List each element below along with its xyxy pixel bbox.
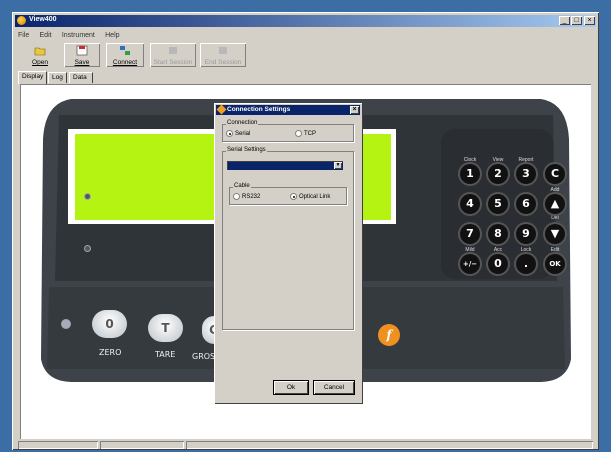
key-label-add: Add [550,187,560,193]
chevron-down-icon[interactable]: ▼ [334,162,342,169]
key-label-edit: Edit [550,247,560,253]
key-decimal[interactable]: . [516,254,536,274]
start-session-label: Start Session [153,59,193,66]
status-pane-3 [186,441,593,449]
tab-data-store[interactable]: Data Store [69,72,93,91]
app-icon [17,16,26,25]
menu-instrument[interactable]: Instrument [62,32,95,39]
connection-group-label: Connection [226,120,259,126]
radio-tcp-dot [295,130,302,137]
radio-serial-label: Serial [235,131,251,138]
key-label-report: Report [518,157,534,163]
radio-rs232-label: RS232 [242,194,261,201]
menu-help[interactable]: Help [105,32,119,39]
radio-optical-link-dot [290,193,297,200]
radio-serial[interactable]: Serial [226,130,250,137]
zero-key[interactable]: 0 [92,310,127,338]
connection-settings-dialog: Connection Settings × Connection Serial … [214,103,362,403]
key-label-acc: Acc [493,247,503,253]
open-button[interactable]: Open [22,43,58,67]
connect-icon [120,46,130,55]
key-label-mild: Mild [465,247,475,253]
tab-display[interactable]: Display [18,71,48,84]
key-3[interactable]: 3 [516,164,536,184]
function-key[interactable]: f [378,324,400,346]
dialog-title-bar[interactable]: Connection Settings × [216,104,360,115]
menu-file[interactable]: File [18,32,29,39]
key-down[interactable]: ▼ [545,224,565,244]
close-button[interactable]: × [584,16,595,25]
key-label-view: View [492,157,504,163]
connection-group: Connection Serial TCP [222,120,354,142]
connect-button[interactable]: Connect [106,43,144,67]
minimize-button[interactable]: _ [559,16,570,25]
key-2[interactable]: 2 [488,164,508,184]
dialog-close-button[interactable]: × [350,106,359,114]
folder-open-icon [34,47,46,56]
key-clear[interactable]: C [545,164,565,184]
key-label-del: Del [551,215,559,221]
save-label: Save [74,59,90,66]
key-6[interactable]: 6 [516,194,536,214]
key-7[interactable]: 7 [460,224,480,244]
connect-label: Connect [112,59,138,66]
key-0[interactable]: 0 [488,254,508,274]
ok-button[interactable]: Ok [274,381,308,394]
start-session-icon [169,47,177,54]
status-pane-1 [18,441,98,449]
title-bar[interactable]: View400 _ □ × [15,15,596,27]
key-ok[interactable]: OK [545,254,565,274]
tare-key-label: TARE [155,350,176,359]
status-led-top [84,193,91,200]
status-led-bottom [84,245,91,252]
open-label: Open [32,59,48,66]
serial-settings-group: Serial Settings [222,147,354,330]
end-session-button[interactable]: End Session [200,43,246,67]
status-pane-2 [100,441,184,449]
start-session-button[interactable]: Start Session [150,43,196,67]
radio-serial-dot [226,130,233,137]
serial-settings-label: Serial Settings [226,147,267,153]
window-title: View400 [29,16,57,23]
zero-key-label: ZERO [99,348,122,357]
key-label-lock: Lock [520,247,532,253]
cable-group-label: Cable [233,183,251,189]
dialog-icon [216,104,227,115]
key-9[interactable]: 9 [516,224,536,244]
key-1[interactable]: 1 [460,164,480,184]
radio-rs232-dot [233,193,240,200]
menu-bar: File Edit Instrument Help [18,30,128,41]
maximize-button[interactable]: □ [571,16,582,25]
key-5[interactable]: 5 [488,194,508,214]
power-indicator [61,319,71,329]
serial-port-select[interactable]: ▼ [227,161,343,170]
menu-edit[interactable]: Edit [40,32,52,39]
cable-group: Cable RS232 Optical Link [229,183,347,205]
radio-rs232[interactable]: RS232 [233,193,260,200]
status-bar [18,441,593,450]
end-session-label: End Session [204,59,242,66]
key-plus-minus[interactable]: +/− [460,254,480,274]
key-4[interactable]: 4 [460,194,480,214]
tare-key[interactable]: T [148,314,183,342]
radio-optical-link[interactable]: Optical Link [290,193,330,200]
key-8[interactable]: 8 [488,224,508,244]
radio-optical-link-label: Optical Link [299,194,331,201]
key-up[interactable]: ▲ [545,194,565,214]
radio-tcp[interactable]: TCP [295,130,316,137]
cancel-button[interactable]: Cancel [314,381,354,394]
end-session-icon [219,47,227,54]
save-button[interactable]: Save [64,43,100,67]
dialog-title: Connection Settings [227,106,291,113]
tab-log[interactable]: Log [48,72,67,83]
radio-tcp-label: TCP [304,131,316,138]
save-icon [76,45,88,56]
key-label-clock: Clock [463,157,477,163]
